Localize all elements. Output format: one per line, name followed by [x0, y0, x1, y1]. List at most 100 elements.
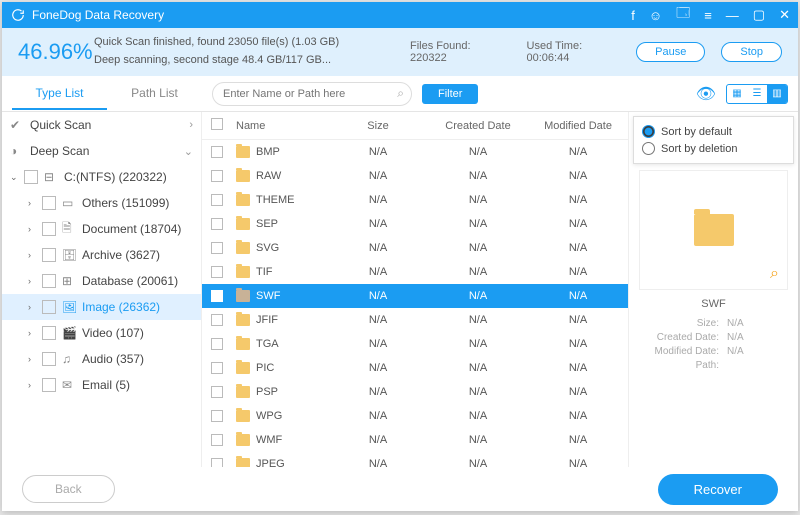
col-size[interactable]: Size: [328, 120, 428, 132]
table-row[interactable]: TGAN/AN/AN/A: [202, 332, 628, 356]
table-row[interactable]: THEMEN/AN/AN/A: [202, 188, 628, 212]
checkbox[interactable]: [42, 326, 56, 340]
checkbox[interactable]: [211, 314, 223, 326]
minimize-icon[interactable]: ―: [726, 8, 739, 23]
sidebar-item[interactable]: ›♫Audio (357): [2, 346, 201, 372]
sidebar-item[interactable]: ›🗎Document (18704): [2, 216, 201, 242]
category-icon: ▭: [62, 196, 78, 210]
col-modified[interactable]: Modified Date: [528, 120, 628, 132]
folder-icon: [236, 314, 250, 326]
table-row[interactable]: SEPN/AN/AN/A: [202, 212, 628, 236]
category-icon: 🖼: [62, 300, 78, 314]
feedback-icon[interactable]: ☺: [649, 8, 662, 23]
save-icon[interactable]: 🗔: [676, 4, 690, 26]
table-row[interactable]: PSPN/AN/AN/A: [202, 380, 628, 404]
table-row[interactable]: BMPN/AN/AN/A: [202, 140, 628, 164]
sidebar-quick-scan[interactable]: ✔ Quick Scan ›: [2, 112, 201, 138]
table-row[interactable]: PICN/AN/AN/A: [202, 356, 628, 380]
category-icon: ✉: [62, 378, 78, 392]
table-row[interactable]: WMFN/AN/AN/A: [202, 428, 628, 452]
stop-button[interactable]: Stop: [721, 42, 782, 62]
checkbox[interactable]: [24, 170, 38, 184]
category-icon: 🎬: [62, 326, 78, 340]
preview-panel: Sort by default Sort by deletion ⌕ SWF S…: [628, 112, 798, 467]
search-input[interactable]: [212, 82, 412, 106]
files-found: 220322: [410, 52, 447, 64]
table-row[interactable]: TIFN/AN/AN/A: [202, 260, 628, 284]
chevron-right-icon: ›: [28, 198, 42, 208]
recover-button[interactable]: Recover: [658, 474, 778, 505]
sidebar-item[interactable]: ›▭Others (151099): [2, 190, 201, 216]
close-icon[interactable]: ✕: [779, 7, 790, 23]
progress-circle-icon: ◑: [10, 144, 26, 158]
table-row[interactable]: SVGN/AN/AN/A: [202, 236, 628, 260]
table-row[interactable]: RAWN/AN/AN/A: [202, 164, 628, 188]
checkbox[interactable]: [211, 218, 223, 230]
checkbox[interactable]: [42, 248, 56, 262]
folder-icon: [236, 386, 250, 398]
folder-icon: [236, 170, 250, 182]
pause-button[interactable]: Pause: [636, 42, 705, 62]
sort-deletion[interactable]: Sort by deletion: [642, 140, 785, 157]
checkbox[interactable]: [211, 146, 223, 158]
sidebar-item[interactable]: ›🗄Archive (3627): [2, 242, 201, 268]
checkbox[interactable]: [211, 338, 223, 350]
filter-button[interactable]: Filter: [422, 84, 478, 104]
table-row[interactable]: WPGN/AN/AN/A: [202, 404, 628, 428]
category-icon: ⊞: [62, 274, 78, 288]
back-button[interactable]: Back: [22, 475, 115, 503]
checkbox[interactable]: [42, 274, 56, 288]
sidebar-drive[interactable]: ⌄ ⊟ C:(NTFS) (220322): [2, 164, 201, 190]
sidebar-item[interactable]: ›🎬Video (107): [2, 320, 201, 346]
chevron-down-icon: ⌄: [10, 172, 24, 183]
checkbox[interactable]: [211, 434, 223, 446]
menu-icon[interactable]: ≡: [704, 8, 712, 23]
checkbox[interactable]: [42, 352, 56, 366]
tab-path-list[interactable]: Path List: [107, 78, 202, 110]
checkbox[interactable]: [211, 194, 223, 206]
checkbox[interactable]: [211, 290, 223, 302]
checkbox[interactable]: [211, 458, 223, 467]
maximize-icon[interactable]: ▢: [753, 7, 765, 23]
checkbox[interactable]: [211, 266, 223, 278]
category-icon: 🗎: [62, 219, 78, 240]
checkbox[interactable]: [211, 170, 223, 182]
view-detail-icon[interactable]: ▥: [767, 85, 787, 103]
chevron-right-icon: ›: [28, 224, 42, 234]
magnify-icon[interactable]: ⌕: [770, 265, 779, 283]
checkbox[interactable]: [211, 362, 223, 374]
checkbox[interactable]: [42, 222, 56, 236]
view-grid-icon[interactable]: ▦: [727, 85, 747, 103]
chevron-right-icon: ›: [28, 302, 42, 312]
col-name[interactable]: Name: [232, 120, 328, 132]
checkbox[interactable]: [42, 300, 56, 314]
table-row[interactable]: JPEGN/AN/AN/A: [202, 452, 628, 467]
checkbox[interactable]: [211, 386, 223, 398]
check-circle-icon: ✔: [10, 118, 26, 132]
table-row[interactable]: SWFN/AN/AN/A: [202, 284, 628, 308]
sidebar-item[interactable]: ›⊞Database (20061): [2, 268, 201, 294]
app-title: FoneDog Data Recovery: [32, 8, 631, 22]
sidebar-item[interactable]: ›✉Email (5): [2, 372, 201, 398]
sidebar-item[interactable]: ›🖼Image (26362): [2, 294, 201, 320]
sort-default[interactable]: Sort by default: [642, 123, 785, 140]
view-list-icon[interactable]: ☰: [747, 85, 767, 103]
status-line2: Deep scanning, second stage 48.4 GB/117 …: [94, 52, 394, 70]
search-icon[interactable]: ⌕: [397, 86, 404, 101]
col-created[interactable]: Created Date: [428, 120, 528, 132]
folder-icon: [694, 214, 734, 246]
status-bar: 46.96% Quick Scan finished, found 23050 …: [2, 28, 798, 76]
preview-thumbnail: ⌕: [639, 170, 788, 290]
file-table: Name Size Created Date Modified Date BMP…: [202, 112, 628, 467]
sidebar-deep-scan[interactable]: ◑ Deep Scan ⌄: [2, 138, 201, 164]
table-row[interactable]: JFIFN/AN/AN/A: [202, 308, 628, 332]
folder-icon: [236, 458, 250, 467]
eye-icon[interactable]: 👁: [696, 84, 716, 104]
checkbox-all[interactable]: [211, 118, 223, 130]
checkbox[interactable]: [42, 196, 56, 210]
checkbox[interactable]: [211, 410, 223, 422]
checkbox[interactable]: [42, 378, 56, 392]
tab-type-list[interactable]: Type List: [12, 78, 107, 110]
facebook-icon[interactable]: f: [631, 8, 635, 23]
checkbox[interactable]: [211, 242, 223, 254]
